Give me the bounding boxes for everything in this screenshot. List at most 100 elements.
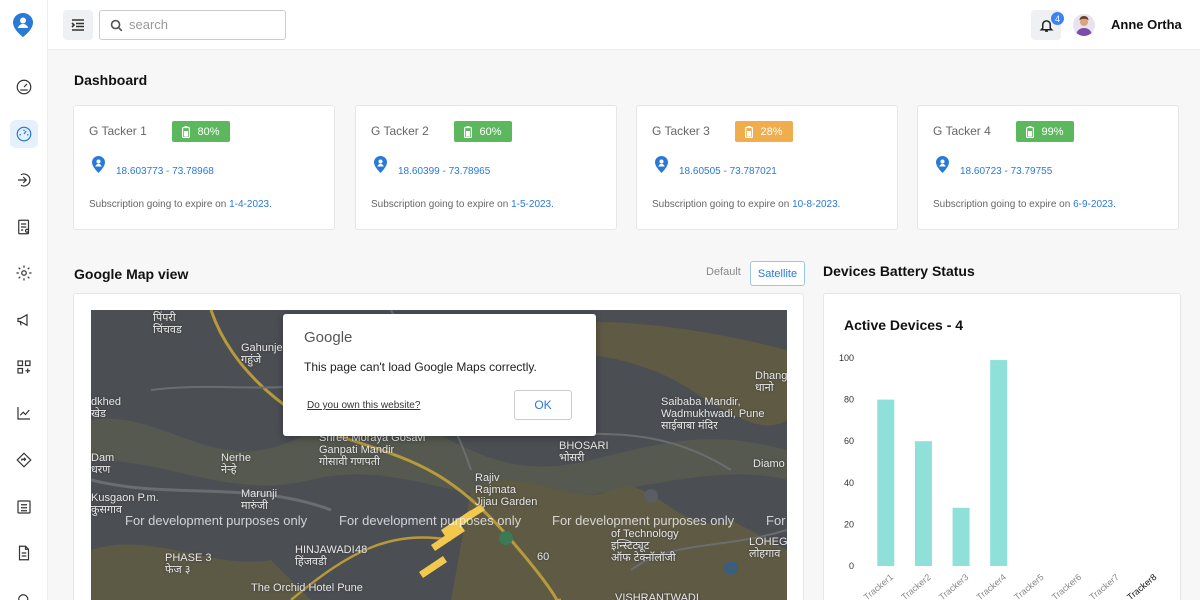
google-logo: Google (304, 329, 353, 346)
x-tick-label: Tracker5 (1012, 572, 1045, 600)
expiry-date[interactable]: 6-9-2023. (1073, 199, 1116, 210)
sidebar-item-document[interactable] (10, 539, 38, 567)
sidebar-item-login[interactable] (10, 166, 38, 194)
sidebar-item-apps[interactable] (10, 353, 38, 381)
expiry-date[interactable]: 10-8-2023. (792, 199, 840, 210)
report-icon (18, 219, 30, 235)
map-place-label: Dam धरण (91, 452, 115, 476)
tracker-name: G Tacker 1 (89, 124, 147, 138)
x-tick-label: Tracker4 (975, 572, 1008, 600)
y-tick-label: 40 (844, 478, 854, 488)
map-watermark: For development purposes only (552, 513, 735, 528)
y-tick-label: 20 (844, 519, 854, 529)
subscription-note: Subscription going to expire on 10-8-202… (652, 199, 840, 210)
logo-pin-icon[interactable] (13, 13, 33, 37)
sidebar-item-settings[interactable] (10, 259, 38, 287)
location-pin-icon (374, 156, 387, 173)
map-type-satellite-button[interactable]: Satellite (750, 261, 805, 286)
battery-icon (464, 125, 473, 138)
subscription-note: Subscription going to expire on 6-9-2023… (933, 199, 1116, 210)
tracker-coordinates[interactable]: 18.60399 - 73.78965 (398, 166, 490, 177)
tracker-card[interactable]: G Tacker 1 80% 18.603773 - 73.78968 Subscri… (73, 105, 335, 230)
tracker-coordinates[interactable]: 18.60505 - 73.787021 (679, 166, 777, 177)
x-tick-label: Tracker7 (1087, 572, 1120, 600)
y-tick-label: 0 (849, 561, 854, 571)
search-icon (18, 594, 29, 600)
subscription-prefix: Subscription going to expire on (933, 199, 1071, 210)
y-tick-label: 80 (844, 395, 854, 405)
battery-level: 28% (760, 125, 783, 138)
chart-bar[interactable] (990, 360, 1008, 566)
settings-icon (16, 265, 32, 281)
map-error-dialog: Google This page can't load Google Maps … (283, 314, 596, 436)
map-place-label: Rajiv Rajmata Jijau Garden (475, 472, 538, 508)
own-website-link[interactable]: Do you own this website? (307, 400, 420, 411)
sidebar-item-report[interactable] (10, 213, 38, 241)
sidebar-item-dashboard[interactable] (10, 120, 38, 148)
battery-icon (182, 125, 191, 138)
map-place-label: PHASE 3 फेज ३ (165, 552, 212, 576)
subscription-prefix: Subscription going to expire on (652, 199, 790, 210)
subscription-prefix: Subscription going to expire on (89, 199, 227, 210)
map-place-label: dkhed खेड (91, 396, 121, 420)
map-place-label: Dhang धानो (755, 370, 787, 394)
map-watermark: For (766, 513, 786, 528)
map-watermark: For development purposes only (339, 513, 522, 528)
map-place-label: The Orchid Hotel Pune (251, 582, 363, 594)
battery-bar-chart: Active Devices - 4020406080100Tracker1 Tr… (839, 317, 1159, 600)
map-place-label: LOHEGAOलोहगाव (749, 536, 787, 560)
tracker-card[interactable]: G Tacker 3 28% 18.60505 - 73.787021 Subscri… (636, 105, 898, 230)
map-road-number: 60 (537, 551, 550, 563)
battery-level: 80% (197, 125, 220, 138)
dialog-ok-button[interactable]: OK (514, 390, 572, 420)
sidebar-item-list[interactable] (10, 493, 38, 521)
tracker-card[interactable]: G Tacker 4 99% 18.60723 - 73.79755 Subscrip… (917, 105, 1179, 230)
tracker-coordinates[interactable]: 18.603773 - 73.78968 (116, 166, 214, 177)
map-type-default-button[interactable]: Default (706, 266, 741, 278)
sidebar-item-gauge[interactable] (10, 73, 38, 101)
user-avatar[interactable] (1073, 14, 1095, 36)
sidebar-item-announcements[interactable] (10, 306, 38, 334)
location-pin-icon (92, 156, 105, 173)
expiry-date[interactable]: 1-4-2023. (229, 199, 272, 210)
map-place-label: पिंपरी चिंचवड (153, 312, 182, 336)
login-icon (18, 173, 31, 187)
sidebar-item-analytics[interactable] (10, 399, 38, 427)
tracker-coordinates[interactable]: 18.60723 - 73.79755 (960, 166, 1052, 177)
dialog-message: This page can't load Google Maps correct… (304, 360, 537, 374)
tracker-name: G Tacker 4 (933, 124, 991, 138)
subscription-note: Subscription going to expire on 1-5-2023… (371, 199, 554, 210)
chart-bar[interactable] (877, 399, 895, 566)
expiry-date[interactable]: 1-5-2023. (511, 199, 554, 210)
chart-bar[interactable] (952, 507, 970, 566)
tracker-name: G Tacker 2 (371, 124, 429, 138)
gauge-icon (16, 79, 32, 95)
notification-count-badge: 4 (1051, 12, 1064, 25)
map-place-label: Saibaba Mandir, Wadmukhwadi, Pune साईबाबा … (661, 396, 765, 432)
notifications-button[interactable]: 4 (1031, 10, 1064, 40)
user-name[interactable]: Anne Ortha (1111, 17, 1182, 32)
location-pin-icon (655, 156, 668, 173)
x-tick-label: Tracker2 (899, 572, 932, 600)
map-place-label: BHOSARI भोसरी (559, 440, 609, 464)
megaphone-icon (17, 313, 28, 327)
y-tick-label: 60 (844, 436, 854, 446)
map-section-title: Google Map view (74, 266, 189, 282)
location-pin-icon (936, 156, 949, 173)
sidebar-item-more[interactable] (10, 586, 38, 600)
chart-bar[interactable] (914, 441, 932, 566)
map-road-number: 48 (355, 544, 368, 556)
list-icon (17, 500, 31, 514)
page-title: Dashboard (74, 72, 148, 88)
menu-toggle-button[interactable] (63, 10, 93, 40)
battery-badge: 60% (454, 121, 512, 142)
search-input[interactable] (129, 17, 279, 32)
x-tick-label: Tracker8 (1125, 572, 1158, 600)
battery-section-title: Devices Battery Status (823, 263, 975, 279)
sidebar-item-directions[interactable] (10, 446, 38, 474)
battery-badge: 99% (1016, 121, 1074, 142)
tracker-card[interactable]: G Tacker 2 60% 18.60399 - 73.78965 Subscrip… (355, 105, 617, 230)
map-place-label: Marunji मारुंजी (241, 488, 278, 512)
battery-icon (1026, 125, 1035, 138)
battery-icon (745, 125, 754, 138)
